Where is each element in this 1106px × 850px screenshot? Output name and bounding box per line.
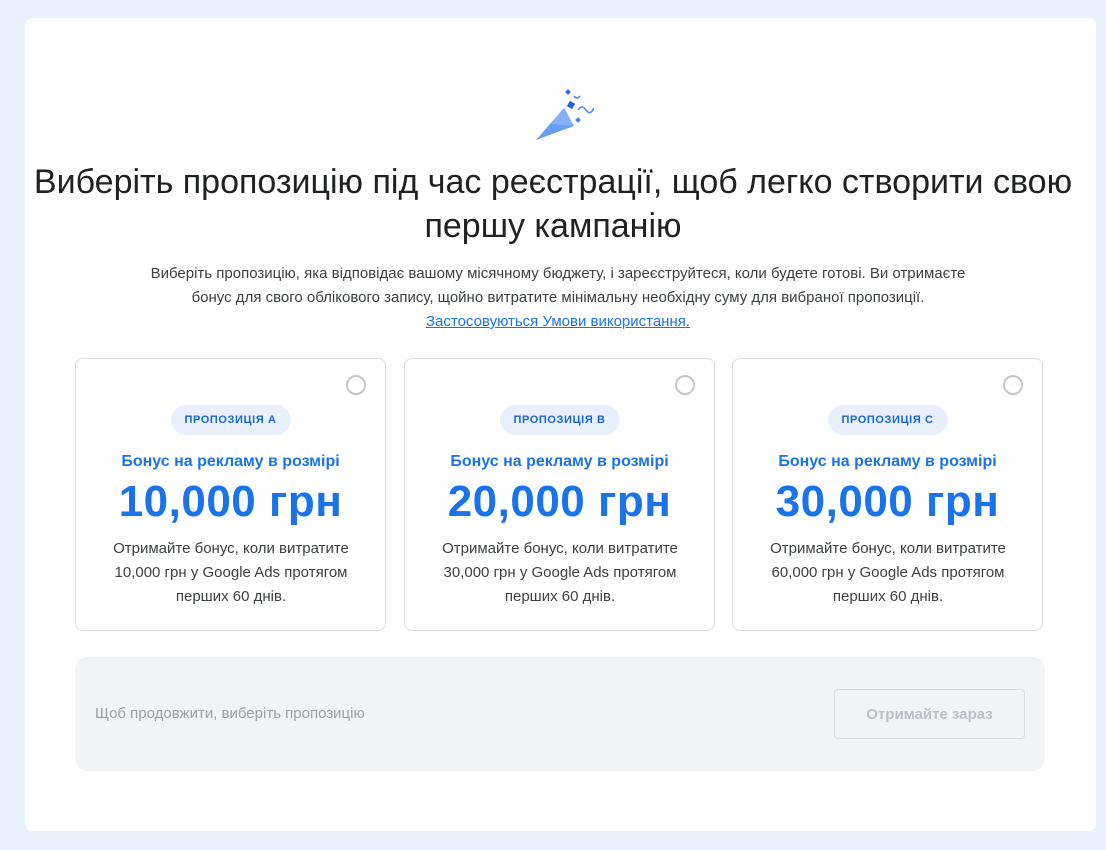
terms-link[interactable]: Застосовуються Умови використання. bbox=[426, 313, 690, 330]
offer-b-description: Отримайте бонус, коли витратите 30,000 г… bbox=[442, 540, 678, 605]
page-title: Виберіть пропозицію під час реєстрації, … bbox=[33, 163, 1073, 245]
offer-a-amount: 10,000 грн bbox=[118, 477, 343, 526]
offer-b-bonus-label: Бонус на рекламу в розмірі bbox=[450, 453, 669, 470]
offer-c-description: Отримайте бонус, коли витратите 60,000 г… bbox=[770, 540, 1006, 605]
offer-b-amount: 20,000 грн bbox=[447, 477, 672, 526]
offer-card-a[interactable]: ПРОПОЗИЦІЯ A Бонус на рекламу в розмірі … bbox=[75, 358, 386, 631]
party-popper-icon bbox=[536, 89, 594, 140]
footer-action-bar: Щоб продовжити, виберіть пропозицію Отри… bbox=[75, 657, 1045, 771]
offer-card-c[interactable]: ПРОПОЗИЦІЯ C Бонус на рекламу в розмірі … bbox=[732, 358, 1043, 631]
offer-a-description: Отримайте бонус, коли витратите 10,000 г… bbox=[113, 540, 349, 605]
offer-c-amount: 30,000 грн bbox=[775, 477, 1000, 526]
page-subtitle: Виберіть пропозицію, яка відповідає вашо… bbox=[150, 262, 966, 334]
offer-c-chip: ПРОПОЗИЦІЯ C bbox=[827, 405, 948, 435]
footer-hint: Щоб продовжити, виберіть пропозицію bbox=[95, 705, 365, 722]
get-offer-button[interactable]: Отримайте зараз bbox=[834, 689, 1025, 739]
offer-a-chip: ПРОПОЗИЦІЯ A bbox=[170, 405, 291, 435]
offer-card-b[interactable]: ПРОПОЗИЦІЯ B Бонус на рекламу в розмірі … bbox=[404, 358, 715, 631]
subtitle-text: Виберіть пропозицію, яка відповідає вашо… bbox=[150, 265, 966, 306]
offer-b-chip: ПРОПОЗИЦІЯ B bbox=[499, 405, 620, 435]
offer-a-radio[interactable] bbox=[346, 375, 366, 395]
offer-c-bonus-label: Бонус на рекламу в розмірі bbox=[778, 453, 997, 470]
offer-c-radio[interactable] bbox=[1003, 375, 1023, 395]
offer-b-radio[interactable] bbox=[675, 375, 695, 395]
offer-a-bonus-label: Бонус на рекламу в розмірі bbox=[121, 453, 340, 470]
